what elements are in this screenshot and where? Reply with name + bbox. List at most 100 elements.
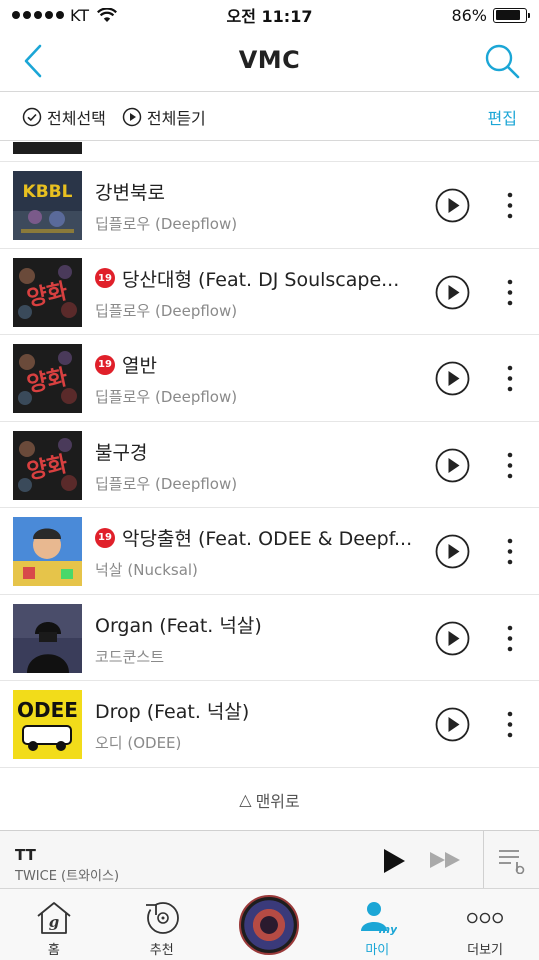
explicit-badge: 19 bbox=[95, 268, 115, 288]
song-list[interactable]: KBBL 강변북로 딥플로우 (Deepflow) 양화 19 당산대형 (Feat. D… bbox=[0, 142, 539, 830]
now-playing-artist: TWICE (트와이스) bbox=[15, 869, 120, 884]
song-meta: 강변북로딥플로우 (Deepflow) bbox=[95, 178, 420, 234]
play-all-button[interactable]: 전체듣기 bbox=[122, 105, 206, 129]
explicit-badge: 19 bbox=[95, 527, 115, 548]
play-all-label: 전체듣기 bbox=[146, 108, 206, 128]
song-artist: 딥플로우 (Deepflow) bbox=[95, 388, 238, 406]
song-title-text: 강변북로 bbox=[95, 182, 165, 204]
explicit-badge: 19 bbox=[95, 354, 115, 375]
song-title-text: 불구경 bbox=[95, 441, 148, 464]
scroll-to-top-button[interactable]: △ 맨위로 bbox=[0, 768, 539, 831]
album-art: 양화 bbox=[13, 257, 82, 327]
tab-my[interactable]: my 마이 bbox=[323, 889, 431, 960]
play-circle-icon bbox=[122, 107, 142, 126]
tab-more[interactable]: 더보기 bbox=[431, 889, 539, 960]
play-circle-icon[interactable] bbox=[435, 275, 470, 310]
status-bar: KT 오전 11:17 86% bbox=[0, 0, 539, 30]
more-vertical-icon[interactable] bbox=[498, 621, 522, 656]
search-icon[interactable] bbox=[483, 42, 521, 80]
list-item[interactable]: 양화 불구경 딥플로우 (Deepflow) bbox=[0, 422, 539, 508]
song-artist: 딥플로우 (Deepflow) bbox=[95, 215, 238, 233]
select-all-button[interactable]: 전체선택 bbox=[22, 105, 106, 129]
play-circle-icon[interactable] bbox=[435, 534, 470, 569]
list-item[interactable]: ODEE Drop (Feat. 넉살) 오디 (ODEE) bbox=[0, 681, 539, 768]
album-art: 양화 bbox=[13, 344, 82, 413]
list-item[interactable]: KBBL 강변북로딥플로우 (Deepflow) bbox=[0, 162, 539, 249]
album-art bbox=[13, 517, 82, 586]
battery-percent: 86% bbox=[451, 5, 487, 25]
play-icon[interactable] bbox=[381, 847, 407, 875]
next-track-icon[interactable] bbox=[428, 850, 464, 870]
more-icon bbox=[467, 912, 504, 924]
song-artist: 넉살 (Nucksal) bbox=[95, 561, 198, 579]
tab-recommend[interactable]: 추천 bbox=[108, 889, 216, 960]
play-circle-icon[interactable] bbox=[435, 621, 470, 656]
album-art: ODEE bbox=[13, 690, 82, 759]
svg-text:g: g bbox=[49, 913, 60, 931]
playlist-icon[interactable] bbox=[497, 846, 527, 874]
song-meta: 19 당산대형 (Feat. DJ Soulscape... 딥플로우 (Deepf… bbox=[95, 265, 420, 321]
list-item[interactable]: 양화 19 열반 딥플로우 (Deepflow) bbox=[0, 335, 539, 422]
my-icon: my bbox=[361, 902, 397, 936]
scroll-to-top-label: 맨위로 bbox=[255, 791, 300, 811]
song-meta: 19 열반딥플로우 (Deepflow) bbox=[95, 351, 420, 407]
play-circle-icon[interactable] bbox=[435, 707, 470, 742]
tab-my-label: 마이 bbox=[365, 943, 390, 958]
now-playing-title: TT bbox=[15, 846, 36, 864]
list-item[interactable]: Organ (Feat. 넉살) 코드쿤스트 bbox=[0, 595, 539, 681]
tab-more-label: 더보기 bbox=[467, 943, 504, 958]
song-meta: Organ (Feat. 넉살) 코드쿤스트 bbox=[95, 611, 420, 667]
navigation-bar: VMC bbox=[0, 30, 539, 92]
song-title: 불구경 bbox=[95, 438, 420, 465]
song-title: Organ (Feat. 넉살) bbox=[95, 611, 420, 638]
song-artist: 딥플로우 (Deepflow) bbox=[95, 301, 238, 320]
song-meta: 19 악당출현 (Feat. ODEE & Deepf... 넉살 (Nucksal… bbox=[95, 524, 420, 580]
svg-text:my: my bbox=[379, 923, 397, 936]
song-title: Drop (Feat. 넉살) bbox=[95, 697, 420, 724]
divider bbox=[483, 831, 484, 889]
song-artist: 오디 (ODEE) bbox=[95, 734, 182, 752]
select-all-label: 전체선택 bbox=[47, 108, 106, 128]
more-vertical-icon[interactable] bbox=[498, 275, 522, 310]
svg-text:ODEE: ODEE bbox=[17, 698, 78, 722]
home-icon: g bbox=[37, 902, 71, 934]
tab-home-label: 홈 bbox=[47, 943, 60, 958]
svg-text:KBBL: KBBL bbox=[23, 182, 73, 202]
song-title: 19 악당출현 (Feat. ODEE & Deepf... bbox=[95, 524, 420, 551]
wifi-icon bbox=[97, 7, 118, 22]
carrier-name: KT bbox=[70, 5, 90, 25]
edit-button[interactable]: 편집 bbox=[488, 105, 517, 129]
up-triangle-icon: △ bbox=[239, 790, 252, 809]
list-item[interactable]: 양화 19 당산대형 (Feat. DJ Soulscape... 딥플로우 (Dee… bbox=[0, 249, 539, 335]
list-item[interactable]: 19 악당출현 (Feat. ODEE & Deepf... 넉살 (Nucksal… bbox=[0, 508, 539, 595]
more-vertical-icon[interactable] bbox=[498, 707, 522, 742]
song-meta: Drop (Feat. 넉살) 오디 (ODEE) bbox=[95, 697, 420, 753]
battery-icon bbox=[493, 7, 530, 23]
play-circle-icon[interactable] bbox=[435, 188, 470, 223]
play-circle-icon[interactable] bbox=[435, 361, 470, 396]
album-art bbox=[13, 142, 82, 154]
mini-player[interactable]: TT TWICE (트와이스) bbox=[0, 830, 539, 889]
more-vertical-icon[interactable] bbox=[498, 534, 522, 569]
tab-bar: g 홈 추천 my 마이 더보기 bbox=[0, 888, 539, 960]
tab-home[interactable]: g 홈 bbox=[0, 889, 108, 960]
song-meta: 불구경딥플로우 (Deepflow) bbox=[95, 438, 420, 494]
more-vertical-icon[interactable] bbox=[498, 361, 522, 396]
more-vertical-icon[interactable] bbox=[498, 188, 522, 223]
tab-now-playing[interactable] bbox=[216, 889, 324, 960]
page-title: VMC bbox=[238, 46, 301, 74]
check-circle-icon bbox=[22, 107, 42, 126]
recommend-icon bbox=[145, 902, 179, 934]
list-toolbar: 전체선택 전체듣기 편집 bbox=[0, 93, 539, 141]
tab-recommend-label: 추천 bbox=[149, 943, 174, 958]
song-artist: 딥플로우 (Deepflow) bbox=[95, 474, 238, 493]
album-art: 양화 bbox=[13, 430, 82, 500]
song-title: 19 당산대형 (Feat. DJ Soulscape... bbox=[95, 265, 420, 292]
list-item-partial bbox=[0, 142, 539, 162]
song-title: 강변북로 bbox=[95, 178, 420, 205]
play-circle-icon[interactable] bbox=[435, 448, 470, 483]
now-playing-disc-icon bbox=[239, 895, 300, 955]
more-vertical-icon[interactable] bbox=[498, 448, 522, 483]
song-title-text: 당산대형 (Feat. DJ Soulscape... bbox=[122, 268, 400, 291]
song-title: 19 열반 bbox=[95, 351, 420, 378]
